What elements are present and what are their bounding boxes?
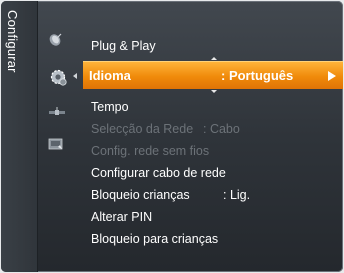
menu-item-tempo[interactable]: Tempo <box>83 96 339 118</box>
menu-item-bloqueio-criancas[interactable]: Bloqueio crianças : Lig. <box>83 184 339 206</box>
menu-item-value: : Cabo <box>203 122 240 136</box>
dish-icon[interactable] <box>48 31 64 52</box>
menu-item-label: Tempo <box>91 100 129 114</box>
menu-item-label: Bloqueio crianças <box>91 188 190 202</box>
category-tab-label: Configurar <box>5 10 20 73</box>
menu-item-label: Selecção da Rede <box>91 122 194 136</box>
menu-item-label: Bloqueio para crianças <box>91 232 219 246</box>
menu-item-label: Plug & Play <box>91 39 156 53</box>
scroll-up-icon <box>211 57 217 60</box>
category-tab[interactable]: Configurar <box>1 1 38 272</box>
category-icon-column <box>39 1 75 272</box>
menu-item-label: Config. rede sem fios <box>91 144 210 158</box>
menu-item-config-rede-sem-fios: Config. rede sem fios <box>83 140 339 162</box>
menu-item-configurar-cabo-de-rede[interactable]: Configurar cabo de rede <box>83 162 339 184</box>
submenu-open-arrow-icon <box>73 73 77 79</box>
menu-item-value: : Português <box>221 68 294 83</box>
chevron-right-icon <box>328 71 336 81</box>
menu-item-label: Idioma <box>89 68 131 83</box>
menu-item-label: Alterar PIN <box>91 210 153 224</box>
gear-icon[interactable] <box>48 67 68 92</box>
menu-item-value: : Lig. <box>223 188 251 202</box>
menu-item-bloqueio-para-criancas[interactable]: Bloqueio para crianças <box>83 228 339 250</box>
menu-item-label: Configurar cabo de rede <box>91 166 226 180</box>
input-icon[interactable] <box>48 137 64 156</box>
menu-item-idioma[interactable]: Idioma : Português <box>83 61 343 89</box>
menu-item-seleccao-da-rede: Selecção da Rede : Cabo <box>83 118 339 140</box>
menu-item-alterar-pin[interactable]: Alterar PIN <box>83 206 339 228</box>
settings-menu-window: Configurar Plug & Play Idioma: Portuguê… <box>1 1 343 272</box>
menu-item-plug-and-play[interactable]: Plug & Play <box>83 35 339 57</box>
satellite-icon[interactable] <box>48 106 66 125</box>
scroll-down-icon <box>211 90 217 93</box>
